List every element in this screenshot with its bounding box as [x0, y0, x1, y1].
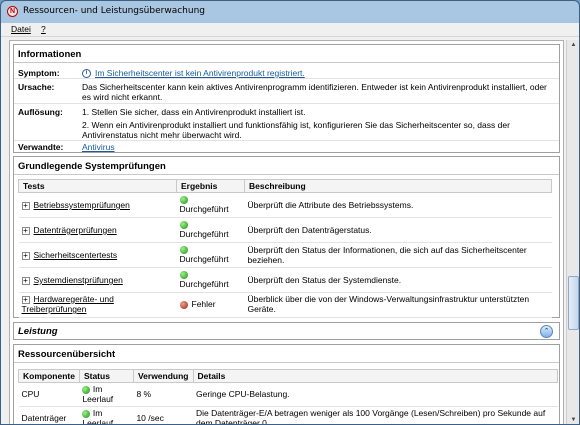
resources-section: Ressourcenübersicht Komponente Status Ve… [13, 344, 560, 424]
scrollbar-thumb[interactable] [568, 276, 579, 330]
col-status[interactable]: Status [78, 369, 134, 383]
menu-bar: Datei ? [1, 23, 579, 37]
title-bar: N Ressourcen- und Leistungsüberwachung [1, 1, 579, 23]
desc-text: Überblick über die von der Windows-Verwa… [244, 292, 552, 318]
component-text: Datenträger [18, 406, 80, 424]
resolution-label: Auflösung: [18, 107, 63, 117]
symptom-label: Symptom: [18, 68, 60, 78]
table-row: + Sicherheitscentertests Durchgeführt Übe… [18, 242, 552, 268]
info-row-cause: Ursache: Das Sicherheitscenter kann kein… [14, 81, 559, 104]
usage-text: 10 /sec [133, 406, 193, 424]
result-text: Durchgeführt [179, 279, 229, 289]
details-text: Geringe CPU-Belastung. [193, 382, 558, 407]
expand-icon[interactable]: + [21, 226, 30, 235]
test-link[interactable]: Systemdienstprüfungen [34, 275, 123, 285]
details-text: Die Datenträger-E/A betragen weniger als… [193, 406, 558, 424]
symptom-link[interactable]: Im Sicherheitscenter ist kein Antivirenp… [95, 68, 305, 78]
scroll-down-icon[interactable]: ▼ [569, 416, 578, 424]
resolution-step-2: 2. Wenn ein Antivirenprodukt installiert… [82, 120, 510, 140]
table-row: + Systemdienstprüfungen Durchgeführt Über… [18, 267, 552, 293]
performance-section-header[interactable]: Leistung ⌃ [13, 322, 560, 340]
col-description[interactable]: Beschreibung [244, 179, 552, 193]
table-row: CPU Im Leerlauf 8 % Geringe CPU-Belastun… [18, 382, 558, 407]
result-text: Durchgeführt [179, 229, 229, 239]
test-link[interactable]: Sicherheitscentertests [34, 250, 118, 260]
expand-icon[interactable]: + [21, 201, 30, 210]
menu-file[interactable]: Datei [11, 24, 31, 34]
info-row-related: Verwandte: Antivirus [14, 141, 559, 153]
info-heading: Informationen [14, 45, 559, 63]
app-window: N Ressourcen- und Leistungsüberwachung D… [0, 0, 580, 425]
test-link[interactable]: Hardwaregeräte- und Treiberprüfungen [22, 294, 114, 314]
vertical-scrollbar[interactable]: ▲ ▼ [566, 40, 579, 424]
info-row-resolution: Auflösung: 1. Stellen Sie sicher, dass e… [14, 105, 559, 141]
error-icon [179, 300, 188, 309]
resources-heading: Ressourcenübersicht [14, 345, 559, 363]
result-text: Fehler [191, 299, 216, 309]
related-label: Verwandte: [18, 142, 64, 152]
expand-chevron-icon[interactable]: ⌃ [540, 325, 553, 338]
success-icon [179, 220, 188, 229]
col-usage[interactable]: Verwendung [132, 369, 194, 383]
test-link[interactable]: Betriebssystemprüfungen [34, 200, 130, 210]
performance-heading: Leistung [18, 326, 58, 337]
expand-icon[interactable]: + [21, 251, 30, 260]
content-area: Informationen Symptom: i Im Sicherheitsce… [1, 37, 579, 424]
expand-icon[interactable]: + [21, 295, 30, 304]
resources-table: Komponente Status Verwendung Details CPU… [18, 369, 558, 424]
result-text: Durchgeführt [179, 204, 229, 214]
info-section: Informationen Symptom: i Im Sicherheitsce… [13, 44, 560, 153]
cause-label: Ursache: [18, 82, 55, 92]
app-icon: N [7, 6, 18, 17]
usage-text: 8 % [133, 382, 193, 407]
desc-text: Überprüft den Datenträgerstatus. [244, 217, 552, 243]
desc-text: Überprüft den Status der Systemdienste. [244, 267, 552, 293]
component-text: CPU [18, 382, 80, 407]
expand-icon[interactable]: + [21, 276, 30, 285]
window-title: Ressourcen- und Leistungsüberwachung [23, 6, 205, 16]
desc-text: Überprüft den Status der Informationen, … [244, 242, 552, 268]
scroll-up-icon[interactable]: ▲ [569, 41, 578, 50]
success-icon [179, 195, 188, 204]
test-link[interactable]: Datenträgerprüfungen [34, 225, 117, 235]
resolution-step-1: 1. Stellen Sie sicher, dass ein Antivire… [82, 107, 306, 117]
related-link-antivirus[interactable]: Antivirus [82, 142, 115, 152]
result-text: Durchgeführt [179, 254, 229, 264]
report-pane: Informationen Symptom: i Im Sicherheitsce… [9, 40, 564, 424]
table-row: + Hardwaregeräte- und Treiberprüfungen Fe… [18, 292, 552, 318]
checks-heading: Grundlegende Systemprüfungen [14, 157, 559, 175]
cause-text: Das Sicherheitscenter kann kein aktives … [82, 82, 547, 102]
col-result[interactable]: Ergebnis [176, 179, 245, 193]
table-row: Datenträger Im Leerlauf 10 /sec Die Date… [18, 406, 558, 424]
success-icon [179, 245, 188, 254]
desc-text: Überprüft die Attribute des Betriebssyst… [244, 192, 552, 218]
info-icon: i [82, 69, 91, 79]
menu-help[interactable]: ? [41, 24, 46, 34]
col-component[interactable]: Komponente [18, 369, 80, 383]
col-details[interactable]: Details [192, 369, 558, 383]
checks-table: Tests Ergebnis Beschreibung + Betriebssys… [18, 179, 552, 318]
info-row-symptom: Symptom: i Im Sicherheitscenter ist kein … [14, 67, 559, 79]
success-icon [179, 270, 188, 279]
success-icon [82, 409, 91, 418]
checks-section: Grundlegende Systemprüfungen Tests Ergeb… [13, 156, 560, 318]
table-row: + Datenträgerprüfungen Durchgeführt Überp… [18, 217, 552, 243]
col-tests[interactable]: Tests [18, 179, 177, 193]
table-row: + Betriebssystemprüfungen Durchgeführt Üb… [18, 192, 552, 218]
success-icon [82, 385, 91, 394]
